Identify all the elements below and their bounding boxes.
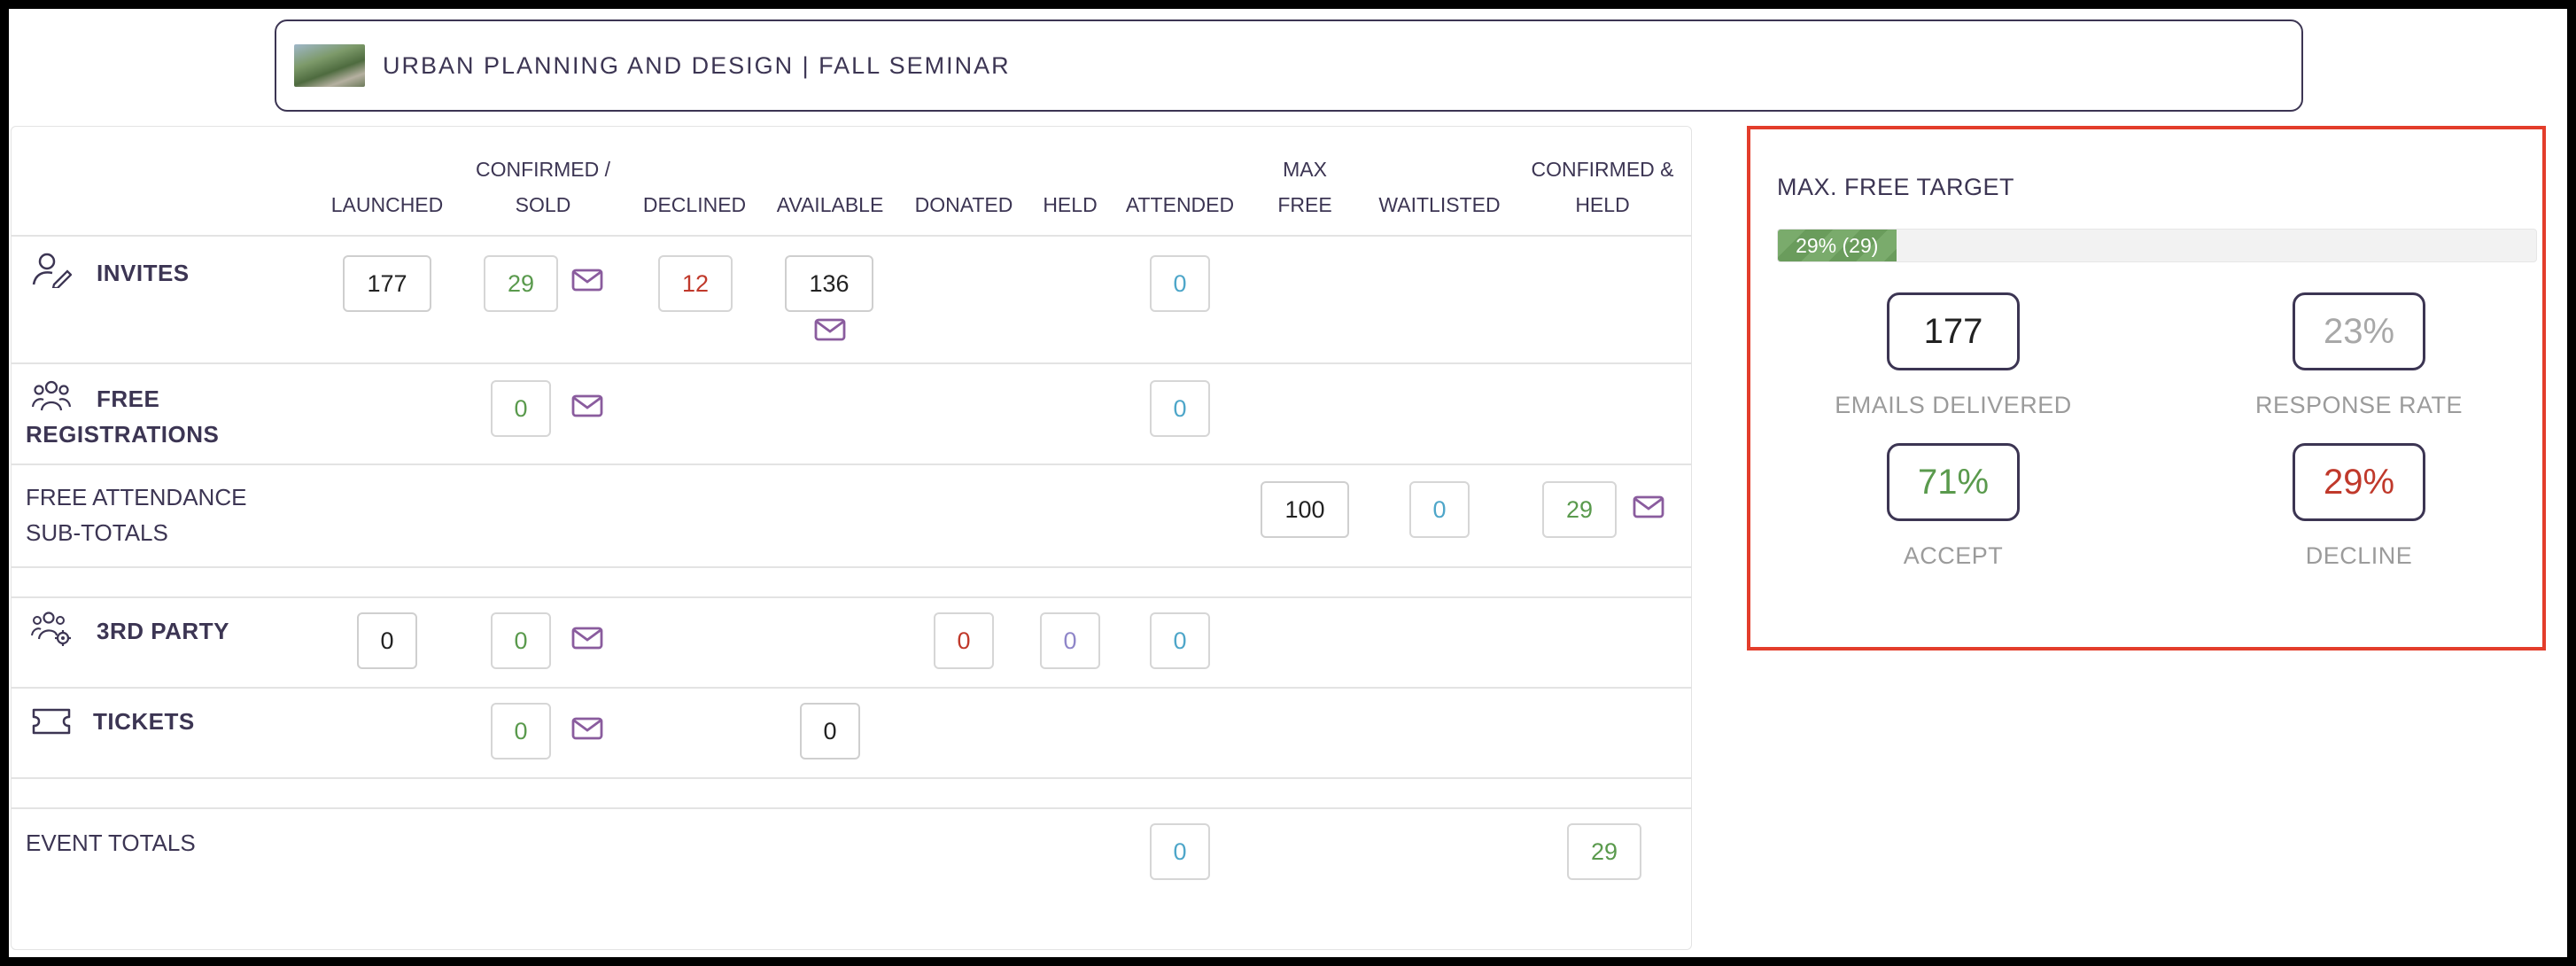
- divider: [12, 235, 1691, 237]
- free-attended[interactable]: 0: [1150, 380, 1210, 437]
- row-label-subtotals-line2: SUB-TOTALS: [26, 519, 168, 546]
- free-confirmed[interactable]: 0: [491, 380, 551, 437]
- col-confirmed-held-line1: CONFIRMED &: [1531, 158, 1674, 181]
- col-max-free-line1: MAX: [1283, 158, 1327, 181]
- divider: [12, 596, 1691, 598]
- app-canvas: URBAN PLANNING AND DESIGN | FALL SEMINAR…: [9, 9, 2567, 957]
- ticket-icon: [32, 708, 71, 735]
- envelope-icon[interactable]: [814, 318, 846, 341]
- row-label-free-line2: REGISTRATIONS: [26, 421, 220, 448]
- invites-declined[interactable]: 12: [658, 255, 733, 312]
- divider: [12, 807, 1691, 809]
- row-label-tickets: TICKETS: [93, 708, 195, 735]
- stat-accept: 71%: [1887, 443, 2020, 521]
- third-party-held[interactable]: 0: [1040, 612, 1100, 669]
- col-confirmed-line1: CONFIRMED /: [475, 158, 611, 181]
- subtotal-confirmed-held[interactable]: 29: [1542, 481, 1617, 538]
- row-label-invites: INVITES: [97, 260, 190, 286]
- invites-available[interactable]: 136: [785, 255, 873, 312]
- event-title: URBAN PLANNING AND DESIGN | FALL SEMINAR: [383, 51, 1011, 79]
- subtotal-waitlisted[interactable]: 0: [1409, 481, 1470, 538]
- stat-accept-label: ACCEPT: [1903, 542, 2004, 569]
- target-progress-bar: 29% (29): [1777, 229, 2537, 262]
- totals-confirmed-held[interactable]: 29: [1567, 823, 1641, 880]
- col-attended: ATTENDED: [1125, 193, 1235, 216]
- max-free-target-panel: MAX. FREE TARGET 29% (29) 177 EMAILS DEL…: [1747, 126, 2546, 650]
- col-max-free-line2: FREE: [1277, 193, 1332, 216]
- envelope-icon[interactable]: [571, 269, 603, 292]
- tickets-available[interactable]: 0: [800, 703, 860, 760]
- invites-confirmed[interactable]: 29: [484, 255, 558, 312]
- target-title: MAX. FREE TARGET: [1777, 174, 2015, 200]
- tickets-confirmed[interactable]: 0: [491, 703, 551, 760]
- stats-table: LAUNCHED CONFIRMED / SOLD DECLINED AVAIL…: [11, 126, 1692, 950]
- third-party-attended[interactable]: 0: [1150, 612, 1210, 669]
- stat-decline-label: DECLINE: [2305, 542, 2413, 569]
- invites-attended[interactable]: 0: [1150, 255, 1210, 312]
- group-icon: [31, 380, 72, 411]
- divider: [12, 566, 1691, 568]
- subtotal-max-free[interactable]: 100: [1261, 481, 1349, 538]
- totals-attended[interactable]: 0: [1150, 823, 1210, 880]
- third-party-donated[interactable]: 0: [934, 612, 994, 669]
- row-label-third-party: 3RD PARTY: [97, 618, 229, 644]
- divider: [12, 777, 1691, 779]
- col-held: HELD: [1043, 193, 1098, 216]
- col-launched: LAUNCHED: [330, 193, 444, 216]
- envelope-icon[interactable]: [1633, 495, 1664, 518]
- target-progress-fill: 29% (29): [1778, 230, 1897, 261]
- row-label-event-totals: EVENT TOTALS: [26, 830, 196, 856]
- third-party-launched[interactable]: 0: [357, 612, 417, 669]
- row-label-free-line1: FREE: [97, 386, 160, 412]
- stat-emails-delivered-label: EMAILS DELIVERED: [1835, 392, 2072, 418]
- envelope-icon[interactable]: [571, 394, 603, 417]
- stat-response-rate: 23%: [2293, 292, 2425, 370]
- col-confirmed-line2: SOLD: [515, 193, 571, 216]
- event-header: URBAN PLANNING AND DESIGN | FALL SEMINAR: [275, 19, 2303, 112]
- divider: [12, 687, 1691, 689]
- col-waitlisted: WAITLISTED: [1378, 193, 1501, 216]
- col-declined: DECLINED: [642, 193, 747, 216]
- stat-emails-delivered: 177: [1887, 292, 2020, 370]
- event-thumbnail: [294, 44, 365, 87]
- col-donated: DONATED: [914, 193, 1013, 216]
- person-edit-icon: [32, 253, 72, 288]
- envelope-icon[interactable]: [571, 717, 603, 740]
- stat-decline: 29%: [2293, 443, 2425, 521]
- row-label-subtotals-line1: FREE ATTENDANCE: [26, 484, 247, 510]
- divider: [12, 464, 1691, 465]
- stat-response-rate-label: RESPONSE RATE: [2254, 392, 2463, 418]
- invites-launched: 177: [343, 255, 431, 312]
- group-gear-icon: [31, 612, 71, 646]
- col-available: AVAILABLE: [776, 193, 884, 216]
- divider: [12, 362, 1691, 364]
- envelope-icon[interactable]: [571, 627, 603, 650]
- third-party-confirmed[interactable]: 0: [491, 612, 551, 669]
- col-confirmed-held-line2: HELD: [1575, 193, 1630, 216]
